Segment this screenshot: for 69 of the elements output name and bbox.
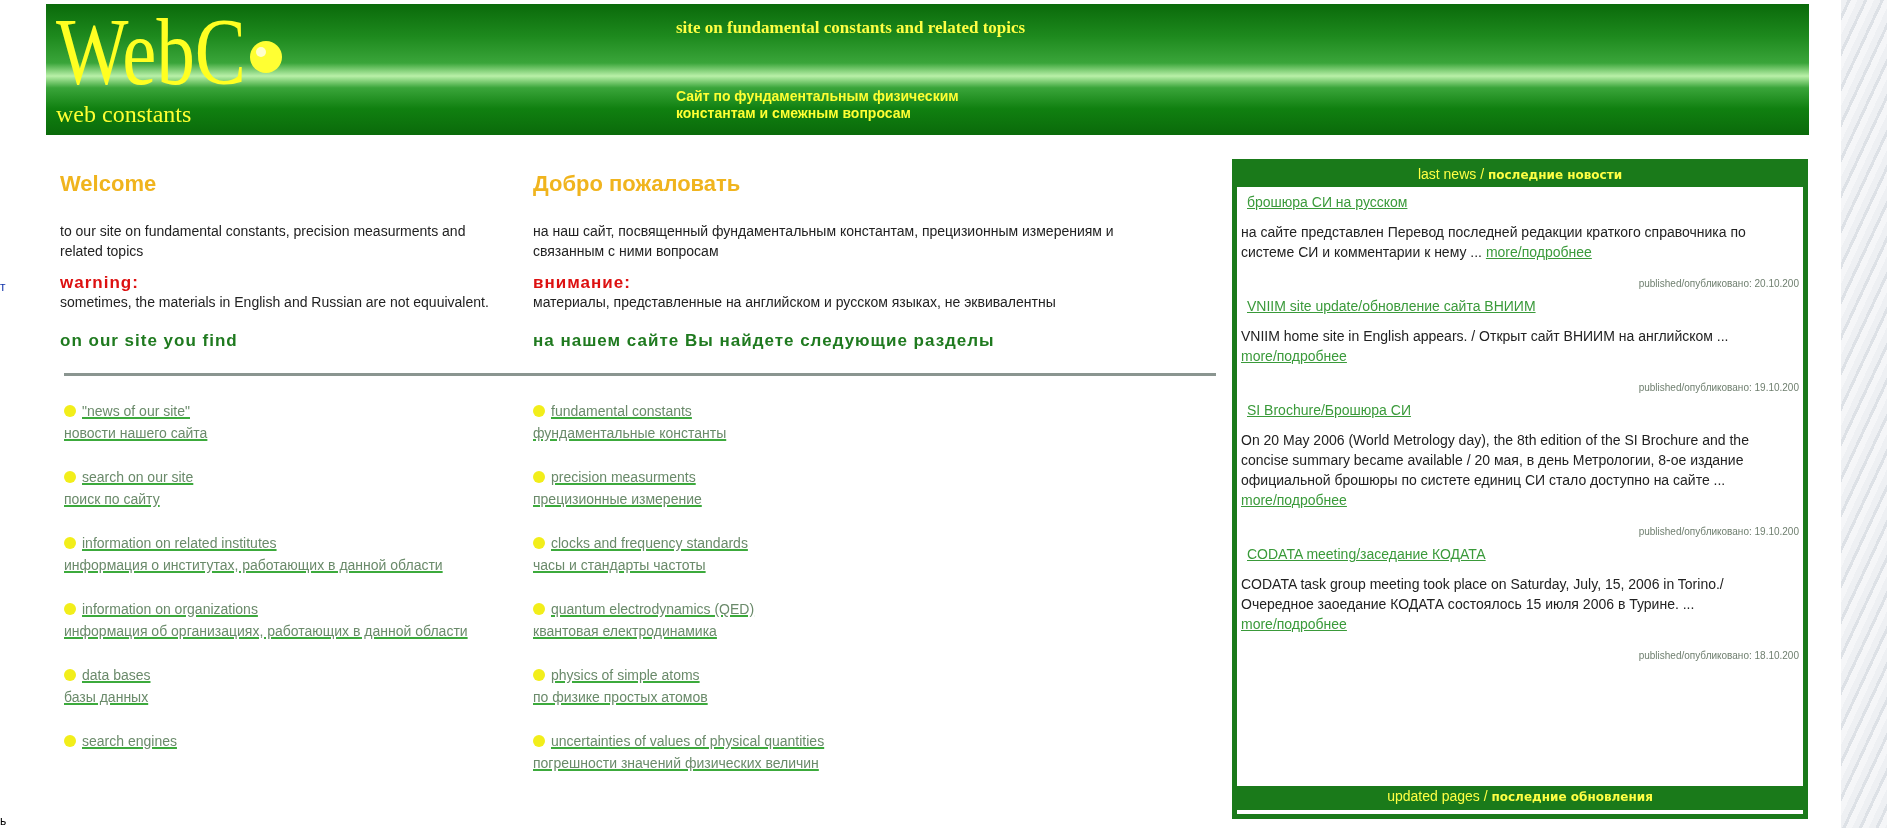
link[interactable]: precision measurments <box>551 466 696 488</box>
news-title-link[interactable]: CODATA meeting/заседание КОДАТА <box>1247 546 1486 562</box>
text-fragment: ь <box>0 814 7 828</box>
bullet-icon <box>64 471 76 483</box>
more-link[interactable]: more/подробнее <box>1485 244 1592 260</box>
link[interactable]: информация о институтах, работающих в данной области <box>64 554 443 576</box>
intro-text: на наш сайт, посвященный фундаментальным константам, прецизионным измерениям и связанным с ними вопросам <box>533 222 1115 261</box>
link[interactable]: базы данных <box>64 686 149 708</box>
warning-label: внимание: <box>533 273 632 293</box>
ball-icon <box>248 40 283 74</box>
more-link[interactable]: more/подробнее <box>1241 492 1347 508</box>
link[interactable]: фундаментальные константы <box>533 422 727 444</box>
link[interactable]: clocks and frequency standards <box>551 532 748 554</box>
bullet-icon <box>533 537 545 549</box>
link[interactable]: information on organizations <box>82 598 258 620</box>
link[interactable]: search engines <box>82 730 177 752</box>
tagline: site on fundamental constants and related topics <box>676 18 1027 38</box>
bullet-icon <box>64 405 76 417</box>
more-link[interactable]: more/подробнее <box>1241 616 1347 632</box>
warning-text: sometimes, the materials in English and Russian are not equuivalent. <box>60 293 490 311</box>
welcome-heading: Welcome <box>60 171 158 198</box>
link[interactable]: по физике простых атомов <box>533 686 708 708</box>
news-text: CODATA task group meeting took place on Saturday, July, 15, 2006 in Torino./ Очередное заоедание КОДАТА состоялось 15 июля 2006 в Турине. ... more/подробнее <box>1241 575 1725 634</box>
link[interactable]: data bases <box>82 664 151 686</box>
published-date: published/опубликовано: 19.10.200 <box>1637 526 1799 537</box>
news-header: last news / последние новости <box>1237 164 1803 187</box>
bullet-icon <box>533 471 545 483</box>
section-heading: on our site you find <box>60 331 239 351</box>
tagline: Сайт по фундаментальным физическим константам и смежным вопросам <box>676 88 960 122</box>
news-text: On 20 May 2006 (World Metrology day), the 8th edition of the SI Brochure and the concise summary became available / 20 мая, в день Метрологии, 8-ое издание официальной брошюры по систете единиц СИ стало доступно на сайте ... more/подробнее <box>1241 431 1750 510</box>
welcome-heading: Добро пожаловать <box>533 171 742 198</box>
bullet-icon <box>533 405 545 417</box>
link[interactable]: fundamental constants <box>551 400 692 422</box>
link[interactable]: квантовая електродинамика <box>533 620 717 642</box>
link[interactable]: часы и стандарты частоты <box>533 554 706 576</box>
published-date: published/опубликовано: 20.10.200 <box>1637 278 1799 289</box>
news-title-link[interactable]: брошюра СИ на русском <box>1247 194 1408 210</box>
news-footer: updated pages / последние обновления <box>1237 786 1803 810</box>
link[interactable]: search on our site <box>82 466 194 488</box>
logo-subtitle: web constants <box>56 100 193 128</box>
intro-text: to our site on fundamental constants, precision measurments and related topics <box>60 222 467 261</box>
more-link[interactable]: more/подробнее <box>1241 348 1347 364</box>
link[interactable]: uncertainties of values of physical quantities <box>551 730 825 752</box>
link[interactable]: новости нашего сайта <box>64 422 208 444</box>
link[interactable]: поиск по сайту <box>64 488 160 510</box>
news-title-link[interactable]: VNIIM site update/обновление сайта ВНИИМ <box>1247 298 1536 314</box>
news-text: на сайте представлен Перевод последней редакции краткого справочника по системе СИ и комментарии к нему ... more/подробнее <box>1241 223 1747 262</box>
warning-label: warning: <box>60 273 140 293</box>
bullet-icon <box>64 669 76 681</box>
bullet-icon <box>64 735 76 747</box>
news-text: VNIIM home site in English appears. / Открыт сайт ВНИИМ на английском ... more/подробнее <box>1241 327 1730 366</box>
news-title-link[interactable]: SI Brochure/Брошюра СИ <box>1247 402 1411 418</box>
link[interactable]: information on related institutes <box>82 532 277 554</box>
bullet-icon <box>64 603 76 615</box>
link[interactable]: physics of simple atoms <box>551 664 700 686</box>
published-date: published/опубликовано: 18.10.200 <box>1637 650 1799 661</box>
bullet-icon <box>533 603 545 615</box>
section-heading: на нашем сайте Вы найдете следующие разделы <box>533 331 996 351</box>
link[interactable]: погрешности значений физических величин <box>533 752 819 774</box>
link[interactable]: информация об организациях, работающих в данной области <box>64 620 468 642</box>
link[interactable]: "news of our site" <box>82 400 190 422</box>
link[interactable]: прецизионные измерение <box>533 488 702 510</box>
text-fragment: т <box>0 280 6 294</box>
bullet-icon <box>533 669 545 681</box>
bullet-icon <box>533 735 545 747</box>
bullet-icon <box>64 537 76 549</box>
published-date: published/опубликовано: 19.10.200 <box>1637 382 1799 393</box>
link[interactable]: quantum electrodynamics (QED) <box>551 598 755 620</box>
warning-text: материалы, представленные на английском и русском языках, не эквивалентны <box>533 293 1057 311</box>
